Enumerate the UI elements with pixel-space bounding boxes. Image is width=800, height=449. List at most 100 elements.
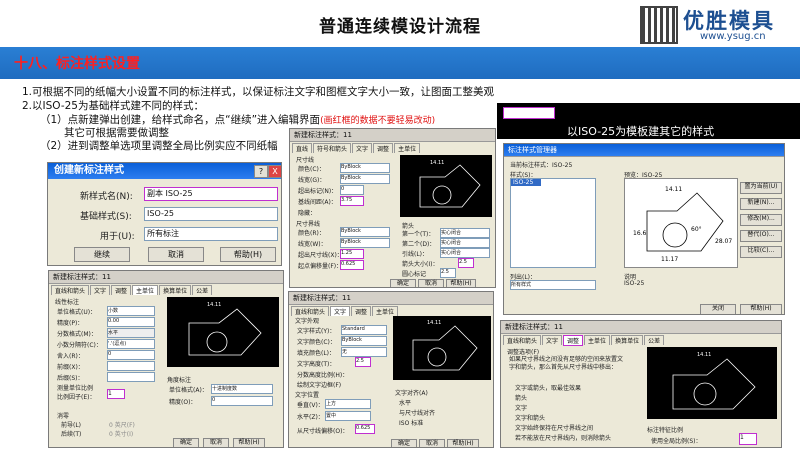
tab-primary-units[interactable]: 主单位 <box>584 335 611 345</box>
global-scale-option[interactable]: 使用全局比例(S)： <box>651 436 702 445</box>
tab-primary-units[interactable]: 主单位 <box>132 285 159 295</box>
tab-fit[interactable]: 调整 <box>111 285 132 295</box>
style-select-mini[interactable] <box>503 107 555 119</box>
align-horizontal[interactable]: 水平 <box>399 398 411 407</box>
dimline-weight-select[interactable]: ByBlock <box>340 174 390 184</box>
origin-offset-input[interactable]: 0.625 <box>340 260 364 270</box>
tab-text[interactable]: 文字 <box>90 285 111 295</box>
beyond-dimline-input[interactable]: 1.25 <box>340 249 364 259</box>
base-style-select[interactable]: ISO-25 <box>144 207 278 221</box>
vertical-select[interactable]: 上方 <box>325 399 371 409</box>
hide-label: 隐藏： <box>298 210 317 217</box>
cancel-button[interactable]: 取消 <box>419 439 445 447</box>
unit-format-select[interactable]: 小数 <box>107 306 155 316</box>
zero-inches[interactable]: 0 英寸(I) <box>109 429 133 438</box>
offset-input[interactable]: 0.625 <box>355 424 375 434</box>
cancel-button[interactable]: 取消 <box>203 438 229 447</box>
help-button[interactable]: 帮助(H) <box>446 279 476 287</box>
zero-trailing[interactable]: 后续(T) <box>61 429 81 438</box>
zero-leading[interactable]: 前导(L) <box>61 420 81 429</box>
align-iso[interactable]: ISO 标准 <box>399 418 423 427</box>
extline-weight-select[interactable]: ByBlock <box>340 238 390 248</box>
tab-lines-arrows[interactable]: 直线和箭头 <box>503 335 542 345</box>
dimline-color-select[interactable]: ByBlock <box>340 163 390 173</box>
text-style-select[interactable]: Standard <box>341 325 387 335</box>
prefix-input[interactable] <box>107 361 155 371</box>
cancel-button[interactable]: 取消 <box>418 279 444 287</box>
styles-list[interactable]: ISO-25 <box>510 178 596 268</box>
scale-factor-input[interactable]: 1 <box>107 389 125 399</box>
fit-opt-text[interactable]: 文字 <box>515 403 527 412</box>
precision-select[interactable]: 0.00 <box>107 317 155 327</box>
angle-format-select[interactable]: 十进制度数 <box>211 384 273 394</box>
angle-precision-select[interactable]: 0 <box>211 396 273 406</box>
tab-text[interactable]: 文字 <box>542 335 563 345</box>
fit-opt-suppress[interactable]: 若不能放在尺寸界线内，则消除箭头 <box>515 433 611 442</box>
help-button[interactable]: 帮助(H) <box>220 247 276 262</box>
fit-opt-both[interactable]: 文字和箭头 <box>515 413 545 422</box>
new-button[interactable]: 新建(N)... <box>740 198 782 210</box>
ok-button[interactable]: 确定 <box>173 438 199 447</box>
ok-button[interactable]: 确定 <box>391 439 417 447</box>
tab-alt-units[interactable]: 换算单位 <box>159 285 192 295</box>
decimal-sep-select[interactable]: '.'(逗点) <box>107 339 155 349</box>
text-line-2: 2.以ISO-25为基础样式建不同的样式： <box>22 100 204 112</box>
center-mark-input[interactable]: 2.5 <box>440 268 456 278</box>
align-with-dimline[interactable]: 与尺寸线对齐 <box>399 408 435 417</box>
tab-tolerance[interactable]: 公差 <box>192 285 213 295</box>
tab-tolerance[interactable]: 公差 <box>644 335 665 345</box>
tab-symbols[interactable]: 符号和箭头 <box>313 143 352 153</box>
list-select[interactable]: 所有样式 <box>510 280 596 290</box>
compare-button[interactable]: 比较(C)... <box>740 246 782 258</box>
style-item-iso25[interactable]: ISO-25 <box>511 179 541 186</box>
tab-alt-units[interactable]: 换算单位 <box>611 335 644 345</box>
tab-text[interactable]: 文字 <box>352 143 373 153</box>
arrow-size-input[interactable]: 2.5 <box>458 258 474 268</box>
help-button[interactable]: 帮助(H) <box>447 439 479 447</box>
help-icon[interactable]: ? <box>254 165 268 178</box>
dim-style-manager: 标注样式管理器 当前标注样式：ISO-25 样式(S)： ISO-25 预览：I… <box>503 143 785 315</box>
override-button[interactable]: 替代(O)... <box>740 230 782 242</box>
help-button[interactable]: 帮助(H) <box>740 304 782 314</box>
modify-button[interactable]: 修改(M)... <box>740 214 782 226</box>
tab-primary-units[interactable]: 主单位 <box>372 306 399 316</box>
tab-fit[interactable]: 调整 <box>563 335 584 346</box>
help-button[interactable]: 帮助(H) <box>233 438 265 447</box>
tab-lines-arrows[interactable]: 直线和箭头 <box>51 285 90 295</box>
extend-mark-input[interactable]: 0 <box>340 185 364 195</box>
fraction-format-select[interactable]: 水平 <box>107 328 155 338</box>
arrow-first-select[interactable]: 实心闭合 <box>440 228 490 238</box>
continue-button[interactable]: 继续 <box>74 247 130 262</box>
cancel-button[interactable]: 取消 <box>148 247 204 262</box>
tab-fit[interactable]: 调整 <box>373 143 394 153</box>
tab-units[interactable]: 主单位 <box>394 143 421 153</box>
fit-opt-best[interactable]: 文字或箭头，取最佳效果 <box>515 383 581 392</box>
text-height-input[interactable]: 2.5 <box>355 357 371 367</box>
baseline-spacing-input[interactable]: 3.75 <box>340 196 364 206</box>
create-dialog-title: 创建新标注样式 <box>48 163 281 179</box>
fit-opt-arrows[interactable]: 箭头 <box>515 393 527 402</box>
close-button[interactable]: 关闭 <box>700 304 736 314</box>
close-icon[interactable]: X <box>268 165 281 178</box>
draw-frame-option[interactable]: 绘制文字边框(F) <box>297 380 341 389</box>
fit-opt-keep[interactable]: 文字始终保持在尺寸界线之间 <box>515 423 593 432</box>
extline-color-select[interactable]: ByBlock <box>340 227 390 237</box>
global-scale-input[interactable]: 1 <box>739 433 757 445</box>
leader-select[interactable]: 实心闭合 <box>440 248 490 258</box>
ok-button[interactable]: 确定 <box>390 279 416 287</box>
roundoff-input[interactable]: 0 <box>107 350 155 360</box>
unit-format-label: 单位格式(U)： <box>57 309 97 316</box>
tab-fit[interactable]: 调整 <box>351 306 372 316</box>
set-current-button[interactable]: 置为当前(U) <box>740 182 782 194</box>
arrow-second-select[interactable]: 实心闭合 <box>440 238 490 248</box>
new-name-input[interactable]: 副本 ISO-25 <box>144 187 278 201</box>
horizontal-select[interactable]: 置中 <box>325 411 371 421</box>
zero-feet[interactable]: 0 英尺(F) <box>109 420 135 429</box>
suffix-input[interactable] <box>107 372 155 382</box>
tab-lines-arrows[interactable]: 直线和箭头 <box>291 306 330 316</box>
tab-text[interactable]: 文字 <box>330 306 351 316</box>
fill-color-select[interactable]: 无 <box>341 347 387 357</box>
use-for-select[interactable]: 所有标注 <box>144 227 278 241</box>
tab-lines[interactable]: 直线 <box>292 143 313 153</box>
text-color-select[interactable]: ByBlock <box>341 336 387 346</box>
